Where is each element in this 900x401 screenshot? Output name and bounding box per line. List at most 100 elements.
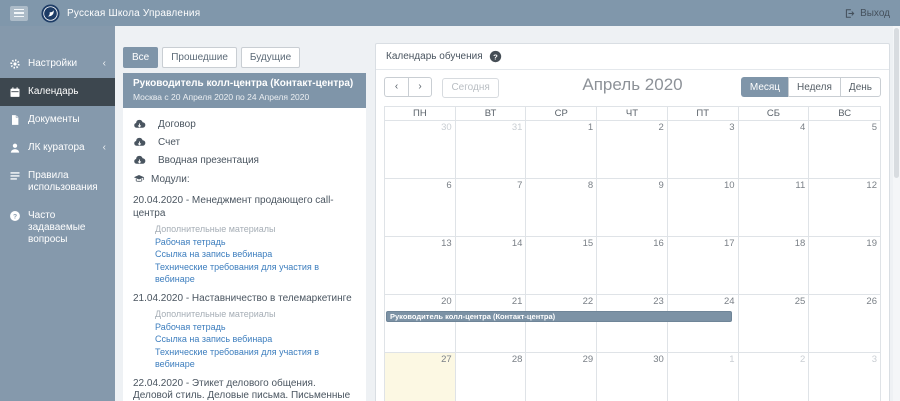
module-link[interactable]: Технические требования для участия в веб… <box>155 261 356 286</box>
calendar-view-button[interactable]: День <box>840 77 881 97</box>
calendar-day-cell[interactable]: 14 <box>456 236 527 294</box>
course-header[interactable]: Руководитель колл-центра (Контакт-центра… <box>123 73 366 108</box>
calendar-day-cell[interactable]: 2 <box>597 120 668 178</box>
calendar-day-cell[interactable]: 2 <box>739 352 810 401</box>
sidebar-item-label: ЛК куратора <box>28 142 94 154</box>
download-item[interactable]: Счет <box>133 133 356 151</box>
calendar-day-headers: ПНВТСРЧТПТСБВС <box>385 107 880 120</box>
calendar-day-cell[interactable]: 4 <box>739 120 810 178</box>
sidebar-item[interactable]: Календарь <box>0 78 115 106</box>
filter-tab[interactable]: Прошедшие <box>162 47 237 68</box>
sidebar-item-label: Календарь <box>28 86 106 98</box>
course-card: Руководитель колл-центра (Контакт-центра… <box>123 73 366 401</box>
cloud-download-icon <box>133 136 146 149</box>
calendar-day-cell[interactable]: 26 <box>809 294 880 352</box>
sidebar-item[interactable]: Документы <box>0 106 115 134</box>
logout-button[interactable]: Выход <box>844 8 890 19</box>
module-item: 21.04.2020 - Наставничество в телемаркет… <box>133 293 356 371</box>
list-icon <box>9 170 21 182</box>
calendar-day-cell[interactable]: 22 <box>526 294 597 352</box>
graduation-cap-icon <box>133 173 145 185</box>
gear-icon <box>9 58 21 70</box>
document-icon <box>9 114 21 126</box>
filter-tab[interactable]: Будущие <box>241 47 300 68</box>
sidebar-item[interactable]: ЛК куратора‹ <box>0 134 115 162</box>
calendar-event-bar[interactable]: Руководитель колл-центра (Контакт-центра… <box>386 311 732 322</box>
download-item[interactable]: Вводная презентация <box>133 151 356 169</box>
sidebar-item[interactable]: Правила использования <box>0 162 115 202</box>
topbar: Русская Школа Управления Выход <box>0 0 900 26</box>
module-link[interactable]: Рабочая тетрадь <box>155 321 356 334</box>
calendar-day-cell[interactable]: 6 <box>385 178 456 236</box>
module-muted-label: Дополнительные материалы <box>155 308 356 321</box>
calendar-day-cell[interactable]: 18 <box>739 236 810 294</box>
hamburger-icon-line <box>14 12 24 14</box>
modules-label: Модули: <box>151 174 190 185</box>
calendar-day-cell[interactable]: 7 <box>456 178 527 236</box>
calendar-day-cell[interactable]: 9 <box>597 178 668 236</box>
module-materials: Дополнительные материалыРабочая тетрадьС… <box>155 308 356 371</box>
filter-tab[interactable]: Все <box>123 47 158 68</box>
calendar-day-cell[interactable]: 3 <box>809 352 880 401</box>
calendar-day-cell[interactable]: 28 <box>456 352 527 401</box>
calendar-nav-group: ‹ › <box>384 77 432 97</box>
user-icon <box>9 142 21 154</box>
calendar-day-cell[interactable]: 3 <box>668 120 739 178</box>
calendar-day-header: ПН <box>385 107 456 120</box>
calendar-day-cell[interactable]: 8 <box>526 178 597 236</box>
svg-text:?: ? <box>493 52 498 61</box>
calendar-panel-header: Календарь обучения ? <box>376 44 889 70</box>
calendar-day-cell[interactable]: 1 <box>668 352 739 401</box>
calendar-grid: ПНВТСРЧТПТСБВС 3031123456789101112131415… <box>384 106 881 401</box>
today-button[interactable]: Сегодня <box>442 78 498 98</box>
calendar-view-button[interactable]: Неделя <box>788 77 840 97</box>
calendar-day-cell[interactable]: 30 <box>597 352 668 401</box>
module-muted-label: Дополнительные материалы <box>155 223 356 236</box>
sidebar-item-label: Настройки <box>28 58 94 70</box>
calendar-panel-title: Календарь обучения <box>386 51 483 62</box>
module-link[interactable]: Технические требования для участия в веб… <box>155 346 356 371</box>
calendar-day-cell[interactable]: 23 <box>597 294 668 352</box>
logout-label: Выход <box>860 8 890 19</box>
module-link[interactable]: Ссылка на запись вебинара <box>155 248 356 261</box>
next-month-button[interactable]: › <box>408 77 432 97</box>
calendar-day-cell[interactable]: 24 <box>668 294 739 352</box>
calendar-day-cell[interactable]: 15 <box>526 236 597 294</box>
calendar-day-cell[interactable]: 1 <box>526 120 597 178</box>
calendar-day-cell[interactable]: 21 <box>456 294 527 352</box>
sidebar-item[interactable]: Настройки‹ <box>0 50 115 78</box>
calendar-day-cell[interactable]: 11 <box>739 178 810 236</box>
calendar-day-cell[interactable]: 5 <box>809 120 880 178</box>
calendar-day-cell[interactable]: 12 <box>809 178 880 236</box>
module-link[interactable]: Ссылка на запись вебинара <box>155 333 356 346</box>
sidebar-item[interactable]: ?Часто задаваемые вопросы <box>0 202 115 254</box>
module-title: 22.04.2020 - Этикет делового общения. Де… <box>133 378 356 401</box>
calendar-day-cell[interactable]: 17 <box>668 236 739 294</box>
calendar-day-cell[interactable]: 25 <box>739 294 810 352</box>
sidebar-item-label: Правила использования <box>28 170 106 194</box>
calendar-day-cell[interactable]: 19 <box>809 236 880 294</box>
calendar-day-cell[interactable]: 31 <box>456 120 527 178</box>
calendar-day-cell[interactable]: 13 <box>385 236 456 294</box>
calendar-view-switcher: МесяцНеделяДень <box>741 77 881 97</box>
help-icon[interactable]: ? <box>489 50 502 63</box>
scrollbar[interactable] <box>893 26 900 401</box>
calendar-day-header: ВТ <box>456 107 527 120</box>
calendar-day-cell[interactable]: 30 <box>385 120 456 178</box>
filter-tabs: ВсеПрошедшиеБудущие <box>123 47 366 68</box>
module-link[interactable]: Рабочая тетрадь <box>155 236 356 249</box>
hamburger-button[interactable] <box>10 6 28 21</box>
calendar-day-cell[interactable]: 10 <box>668 178 739 236</box>
calendar-day-cell[interactable]: 29 <box>526 352 597 401</box>
scrollbar-thumb[interactable] <box>894 28 899 178</box>
logo <box>41 4 60 23</box>
course-body: ДоговорСчетВводная презентация Модули: 2… <box>123 108 366 401</box>
sidebar: Настройки‹ Календарь ДокументыЛК куратора‹… <box>0 26 115 401</box>
download-item[interactable]: Договор <box>133 115 356 133</box>
hamburger-icon <box>14 9 24 11</box>
calendar-day-cell-today[interactable]: 27 <box>385 352 456 401</box>
prev-month-button[interactable]: ‹ <box>384 77 408 97</box>
calendar-view-button[interactable]: Месяц <box>741 77 788 97</box>
calendar-day-cell[interactable]: 16 <box>597 236 668 294</box>
calendar-day-cell[interactable]: 20 <box>385 294 456 352</box>
